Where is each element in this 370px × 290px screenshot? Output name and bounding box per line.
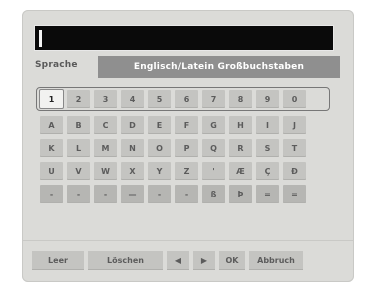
key[interactable]: V bbox=[67, 162, 90, 180]
key[interactable]: P bbox=[175, 139, 198, 157]
key[interactable]: Q bbox=[202, 139, 225, 157]
key[interactable]: C bbox=[94, 116, 117, 134]
key[interactable]: M bbox=[94, 139, 117, 157]
divider bbox=[22, 240, 354, 241]
on-screen-keyboard: 1 2 3 4 5 6 7 8 9 0 A B C D E F G H I J … bbox=[36, 87, 334, 208]
delete-button[interactable]: Löschen bbox=[88, 250, 163, 270]
key[interactable]: 4 bbox=[121, 90, 144, 108]
action-bar: Leer Löschen ◀ ▶ OK Abbruch bbox=[32, 248, 336, 272]
key[interactable]: A bbox=[40, 116, 63, 134]
key[interactable]: L bbox=[67, 139, 90, 157]
key[interactable]: = bbox=[283, 185, 306, 203]
key[interactable]: — bbox=[121, 185, 144, 203]
key[interactable]: X bbox=[121, 162, 144, 180]
key[interactable]: T bbox=[283, 139, 306, 157]
key[interactable]: 8 bbox=[229, 90, 252, 108]
ok-button[interactable]: OK bbox=[219, 250, 245, 270]
key[interactable]: U bbox=[40, 162, 63, 180]
key[interactable]: D bbox=[121, 116, 144, 134]
key[interactable]: - bbox=[148, 185, 171, 203]
keyboard-row-1: 1 2 3 4 5 6 7 8 9 0 bbox=[36, 87, 330, 111]
keyboard-row-3: K L M N O P Q R S T bbox=[40, 139, 334, 157]
key[interactable]: 9 bbox=[256, 90, 279, 108]
keyboard-row-4: U V W X Y Z ' Æ Ç Ð bbox=[40, 162, 334, 180]
language-selector[interactable]: Englisch/Latein Großbuchstaben bbox=[98, 56, 340, 78]
key[interactable]: Æ bbox=[229, 162, 252, 180]
key[interactable]: ß bbox=[202, 185, 225, 203]
key[interactable]: F bbox=[175, 116, 198, 134]
key[interactable]: 5 bbox=[148, 90, 171, 108]
key[interactable]: E bbox=[148, 116, 171, 134]
key[interactable]: I bbox=[256, 116, 279, 134]
key[interactable]: Z bbox=[175, 162, 198, 180]
key[interactable]: G bbox=[202, 116, 225, 134]
cancel-button[interactable]: Abbruch bbox=[249, 250, 303, 270]
text-input-field[interactable] bbox=[34, 25, 334, 51]
keyboard-row-5: - - - — - - ß Þ = = bbox=[40, 185, 334, 203]
key[interactable]: Þ bbox=[229, 185, 252, 203]
keyboard-row-2: A B C D E F G H I J bbox=[40, 116, 334, 134]
key[interactable]: - bbox=[67, 185, 90, 203]
key[interactable]: 0 bbox=[283, 90, 306, 108]
key[interactable]: - bbox=[175, 185, 198, 203]
key[interactable]: 7 bbox=[202, 90, 225, 108]
key[interactable]: N bbox=[121, 139, 144, 157]
key[interactable]: Y bbox=[148, 162, 171, 180]
key[interactable]: W bbox=[94, 162, 117, 180]
key[interactable]: = bbox=[256, 185, 279, 203]
text-cursor bbox=[39, 30, 42, 47]
key[interactable]: O bbox=[148, 139, 171, 157]
key[interactable]: B bbox=[67, 116, 90, 134]
key[interactable]: - bbox=[94, 185, 117, 203]
cursor-right-button[interactable]: ▶ bbox=[193, 250, 215, 270]
key[interactable]: 3 bbox=[94, 90, 117, 108]
key[interactable]: J bbox=[283, 116, 306, 134]
cursor-left-button[interactable]: ◀ bbox=[167, 250, 189, 270]
key[interactable]: 6 bbox=[175, 90, 198, 108]
key[interactable]: 1 bbox=[40, 90, 63, 108]
key[interactable]: H bbox=[229, 116, 252, 134]
key[interactable]: R bbox=[229, 139, 252, 157]
key[interactable]: 2 bbox=[67, 90, 90, 108]
key[interactable]: Ð bbox=[283, 162, 306, 180]
key[interactable]: K bbox=[40, 139, 63, 157]
key[interactable]: - bbox=[40, 185, 63, 203]
key[interactable]: S bbox=[256, 139, 279, 157]
key[interactable]: ' bbox=[202, 162, 225, 180]
space-button[interactable]: Leer bbox=[32, 250, 84, 270]
key[interactable]: Ç bbox=[256, 162, 279, 180]
language-label: Sprache bbox=[35, 60, 78, 70]
